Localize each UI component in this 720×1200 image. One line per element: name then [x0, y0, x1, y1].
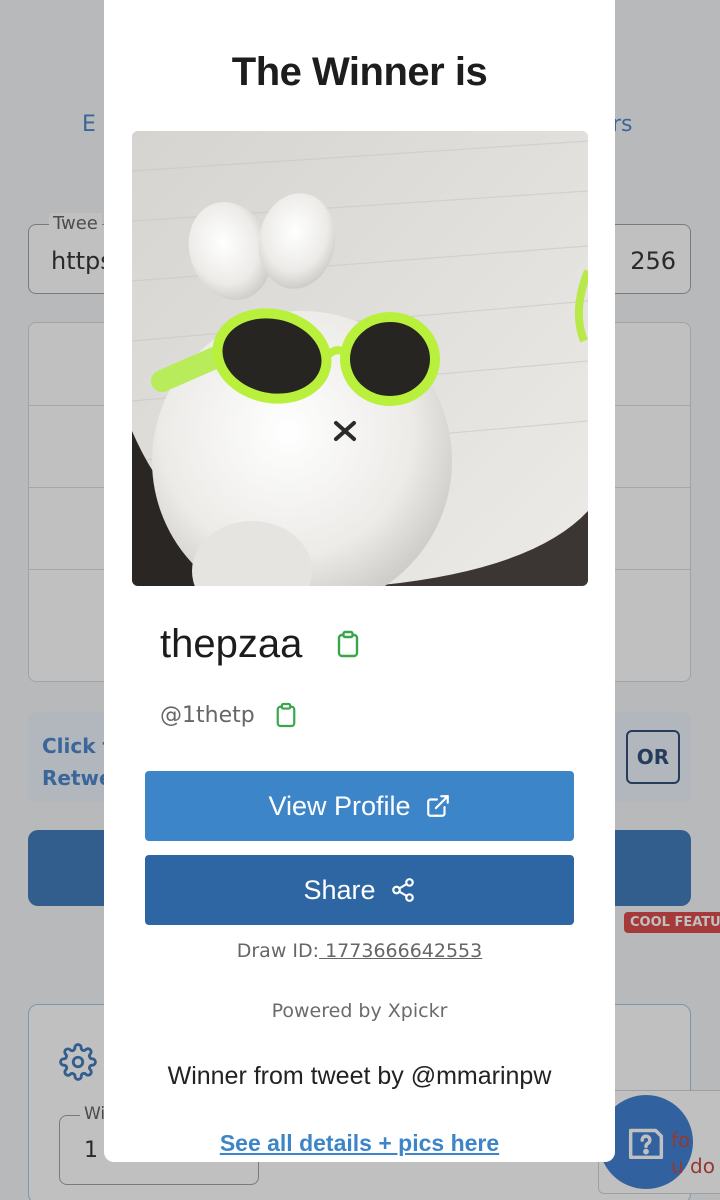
powered-by-text: Powered by Xpickr: [271, 1000, 448, 1022]
view-profile-button[interactable]: View Profile: [145, 771, 574, 841]
winner-handle: @1thetp: [160, 702, 255, 728]
winner-name-row: thepzaa: [160, 618, 360, 670]
modal-title: The Winner is: [231, 50, 488, 94]
winner-avatar: [132, 131, 588, 586]
share-icon: [390, 877, 416, 903]
winner-name: thepzaa: [160, 621, 303, 666]
draw-id: Draw ID: 1773666642553: [104, 940, 615, 962]
clipboard-icon[interactable]: [275, 702, 297, 728]
share-button[interactable]: Share: [145, 855, 574, 925]
draw-id-value[interactable]: 1773666642553: [319, 940, 482, 962]
see-details-link[interactable]: See all details + pics here: [104, 1130, 615, 1157]
draw-id-label: Draw ID:: [236, 940, 320, 962]
view-profile-label: View Profile: [268, 790, 411, 821]
winner-handle-row: @1thetp: [160, 698, 297, 732]
share-label: Share: [303, 874, 376, 905]
winner-modal: The Winner is thepzaa @1thetp View Profi…: [104, 0, 615, 1162]
clipboard-icon[interactable]: [336, 630, 360, 658]
external-link-icon: [425, 793, 451, 819]
tweet-author-text: Winner from tweet by @mmarinpw: [167, 1062, 552, 1090]
